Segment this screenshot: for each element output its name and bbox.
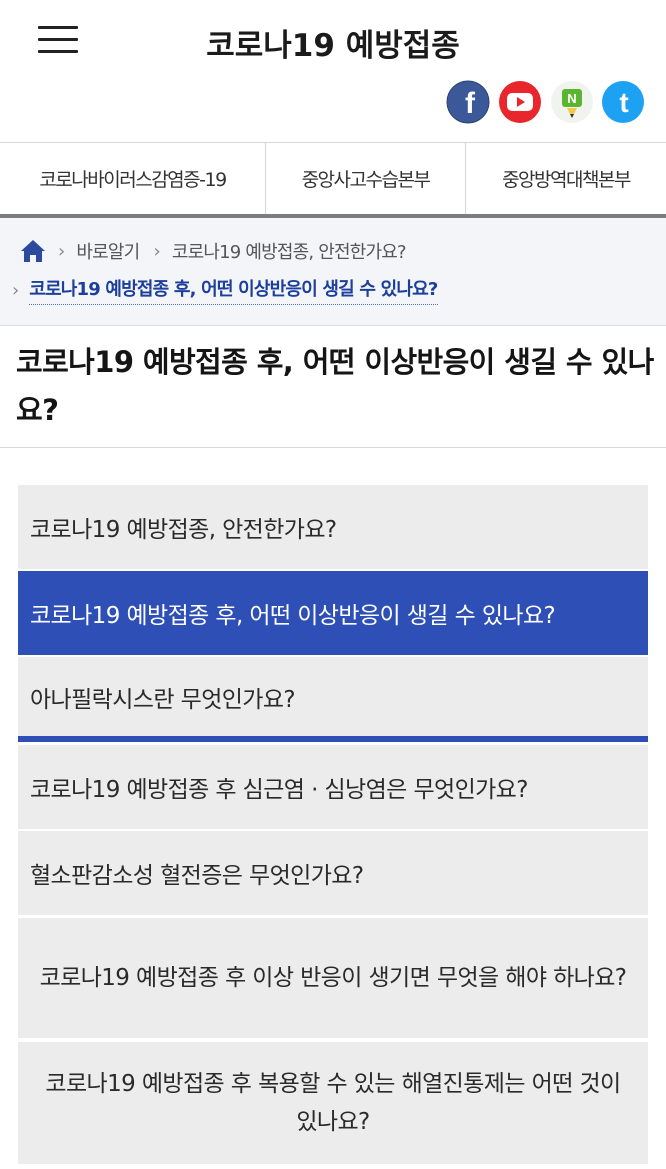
- question-item[interactable]: 코로나19 예방접종, 안전한가요?: [18, 485, 648, 569]
- question-item[interactable]: 코로나19 예방접종 후 복용할 수 있는 해열진통제는 어떤 것이 있나요?: [18, 1042, 648, 1164]
- question-label: 혈소판감소성 혈전증은 무엇인가요?: [30, 863, 364, 889]
- home-icon[interactable]: [20, 239, 46, 263]
- blog-glyph: N: [567, 91, 576, 106]
- facebook-glyph: f: [465, 87, 476, 120]
- question-item[interactable]: 코로나19 예방접종 후 심근염 · 심낭염은 무엇인가요?: [18, 745, 648, 829]
- breadcrumb-item-safety[interactable]: 코로나19 예방접종, 안전한가요?: [172, 238, 407, 264]
- tab-central-disease-control[interactable]: 중앙방역대책본부: [466, 143, 666, 214]
- tab-central-disaster-management[interactable]: 중앙사고수습본부: [266, 143, 466, 214]
- youtube-icon[interactable]: [498, 80, 542, 124]
- tab-covid19[interactable]: 코로나바이러스감염증-19: [0, 143, 266, 214]
- question-label: 아나필락시스란 무엇인가요?: [30, 686, 296, 713]
- question-label: 코로나19 예방접종 후 복용할 수 있는 해열진통제는 어떤 것이 있나요?: [45, 1071, 621, 1135]
- chevron-right-icon: ›: [153, 240, 160, 262]
- breadcrumb-item-learn[interactable]: 바로알기: [76, 238, 140, 264]
- question-item[interactable]: 코로나19 예방접종 후 이상 반응이 생기면 무엇을 해야 하나요?: [18, 918, 648, 1038]
- breadcrumb-current[interactable]: 코로나19 예방접종 후, 어떤 이상반응이 생길 수 있나요?: [29, 275, 438, 305]
- page-title: 코로나19 예방접종 후, 어떤 이상반응이 생길 수 있나요?: [16, 345, 654, 427]
- chevron-right-icon: ›: [12, 279, 20, 301]
- header: 코로나19 예방접종 f N t: [0, 0, 666, 142]
- chevron-right-icon: ›: [58, 240, 65, 262]
- site-title: 코로나19 예방접종: [206, 28, 460, 64]
- question-item[interactable]: 아나필락시스란 무엇인가요?: [18, 657, 648, 742]
- question-label: 코로나19 예방접종 후, 어떤 이상반응이 생길 수 있나요?: [30, 603, 556, 629]
- breadcrumb: › 바로알기 › 코로나19 예방접종, 안전한가요? › 코로나19 예방접종…: [0, 218, 666, 326]
- question-label: 코로나19 예방접종, 안전한가요?: [30, 517, 337, 543]
- top-tabs: 코로나바이러스감염증-19 중앙사고수습본부 중앙방역대책본부: [0, 142, 666, 218]
- question-label: 코로나19 예방접종 후 심근염 · 심낭염은 무엇인가요?: [30, 777, 528, 803]
- divider: [0, 447, 666, 448]
- question-label: 코로나19 예방접종 후 이상 반응이 생기면 무엇을 해야 하나요?: [39, 965, 627, 991]
- question-item[interactable]: 혈소판감소성 혈전증은 무엇인가요?: [18, 831, 648, 915]
- blog-icon[interactable]: N: [550, 80, 594, 124]
- twitter-glyph: t: [619, 87, 628, 118]
- facebook-icon[interactable]: f: [446, 80, 490, 124]
- question-item-active[interactable]: 코로나19 예방접종 후, 어떤 이상반응이 생길 수 있나요?: [18, 571, 648, 655]
- twitter-icon[interactable]: t: [601, 80, 645, 124]
